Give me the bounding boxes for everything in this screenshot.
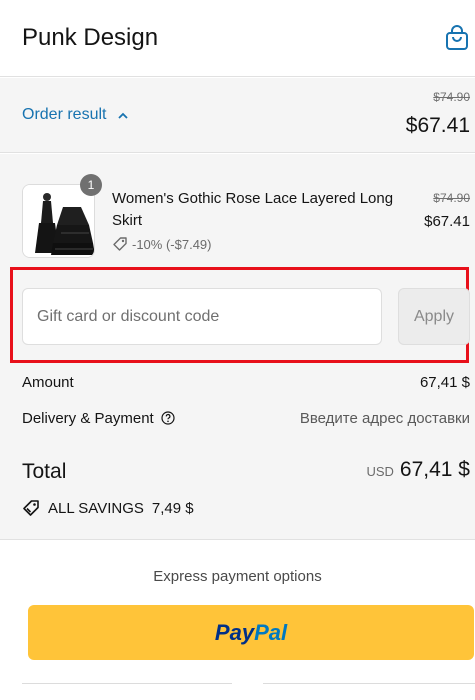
product-discount: -10% (-$7.49) [112, 236, 211, 252]
paypal-logo-pal: Pal [254, 619, 288, 645]
express-checkout-title: Express payment options [153, 568, 322, 585]
total-value: USD 67,41 $ [366, 458, 470, 482]
paypal-button[interactable]: Pay Pal [28, 605, 474, 660]
paypal-logo-pay: Pay [214, 619, 255, 645]
product-title: Women's Gothic Rose Lace Layered Long Sk… [112, 190, 394, 229]
order-summary-panel: 1 Women's Gothic Rose Lace Layered Long … [0, 154, 475, 540]
quantity-badge: 1 [80, 174, 102, 196]
savings-label: ALL SAVINGS [48, 499, 144, 517]
summary-total: $67.41 [405, 114, 470, 137]
delivery-value: Введите адрес доставки [299, 410, 470, 427]
question-circle-icon[interactable] [161, 411, 175, 425]
discount-code-input[interactable] [22, 288, 382, 345]
savings-tag-icon [23, 500, 39, 516]
delivery-label: Delivery & Payment [22, 410, 175, 427]
order-summary-label[interactable]: Order result [22, 106, 106, 124]
total-label: Total [22, 460, 67, 483]
divider-left [22, 683, 232, 684]
chevron-up-icon [118, 112, 128, 119]
delivery-label-text: Delivery & Payment [22, 410, 154, 427]
total-savings: ALL SAVINGS 7,49 $ [22, 499, 194, 517]
product-discount-text: -10% (-$7.49) [132, 236, 212, 252]
shopping-bag-icon[interactable] [444, 24, 470, 52]
amount-value: 67,41 $ [419, 374, 470, 391]
order-summary-toggle[interactable]: Order result $74.90 $67.41 [0, 78, 475, 153]
divider-right [263, 683, 475, 684]
tag-icon [113, 237, 127, 251]
product-original-price: $74.90 [433, 191, 470, 205]
store-name[interactable]: Punk Design [22, 24, 158, 52]
summary-original-total: $74.90 [433, 90, 470, 104]
total-amount: 67,41 $ [399, 458, 470, 481]
currency-code: USD [366, 464, 394, 479]
checkout-header: Punk Design [0, 0, 475, 77]
product-thumbnail [22, 184, 95, 258]
savings-value: 7,49 $ [151, 499, 194, 517]
apply-discount-button[interactable]: Apply [398, 288, 470, 345]
product-price: $67.41 [424, 213, 470, 230]
amount-label: Amount [22, 374, 74, 391]
product-image [23, 185, 94, 257]
